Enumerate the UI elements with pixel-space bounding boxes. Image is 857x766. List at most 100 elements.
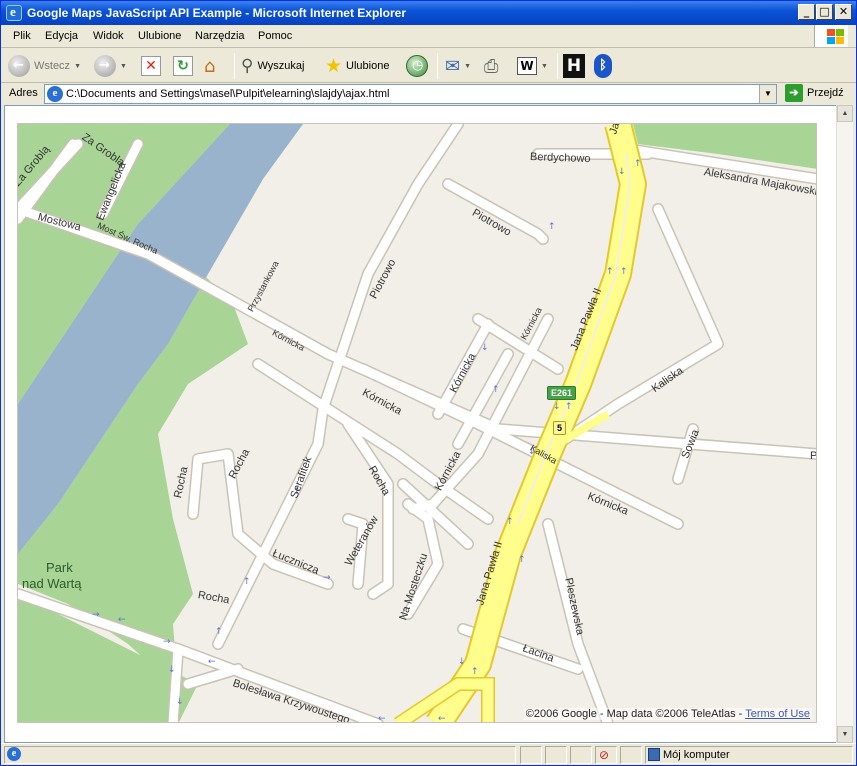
privacy-icon: ⊘ — [599, 748, 610, 762]
route-shield-e261: E261 — [547, 386, 577, 400]
mail-dropdown-icon[interactable]: ▼ — [464, 63, 471, 70]
svg-text:←: ← — [438, 714, 446, 723]
refresh-icon: ↻ — [173, 56, 193, 76]
close-button[interactable]: ✕ — [835, 4, 852, 20]
favorites-icon: ★ — [325, 55, 343, 77]
back-dropdown-icon[interactable]: ▼ — [74, 63, 81, 70]
status-cell — [570, 746, 592, 764]
status-cell — [545, 746, 567, 764]
print-icon: ⎙ — [484, 55, 499, 77]
go-button[interactable]: ➔ Przejdź — [785, 84, 844, 102]
print-button[interactable]: ⎙ — [484, 52, 498, 80]
menu-edit[interactable]: Edycja — [45, 30, 78, 42]
menu-help[interactable]: Pomoc — [258, 30, 292, 42]
park-label: Park — [46, 560, 73, 575]
svg-text:↑: ↑ — [565, 402, 573, 412]
back-label: Wstecz — [34, 60, 71, 72]
browser-window: Google Maps JavaScript API Example - Mic… — [0, 0, 857, 766]
forward-dropdown-icon[interactable]: ▼ — [120, 63, 127, 70]
menu-tools[interactable]: Narzędzia — [195, 30, 245, 42]
address-url[interactable]: C:\Documents and Settings\masel\Pulpit\e… — [66, 88, 389, 100]
window-title: Google Maps JavaScript API Example - Mic… — [27, 6, 406, 20]
maximize-button[interactable]: □ — [816, 4, 833, 20]
menu-bar: Plik Edycja Widok Ulubione Narzędzia Pom… — [1, 25, 856, 48]
stop-icon: ✕ — [141, 56, 161, 76]
refresh-button[interactable]: ↻ — [173, 52, 193, 80]
park-label: nad Wartą — [22, 576, 82, 591]
status-cell — [620, 746, 642, 764]
svg-text:↓: ↓ — [176, 697, 184, 707]
back-icon: ← — [8, 55, 30, 77]
computer-icon — [648, 748, 660, 761]
svg-text:↑: ↑ — [492, 385, 500, 395]
home-button[interactable]: ⌂ — [204, 52, 215, 80]
street-label: P — [810, 450, 817, 462]
address-input[interactable]: e C:\Documents and Settings\masel\Pulpit… — [44, 84, 777, 104]
bluetooth-icon: ᛒ — [594, 54, 612, 78]
vertical-scrollbar[interactable]: ▲ ▼ — [836, 105, 853, 743]
edit-icon: W — [517, 57, 537, 75]
bluetooth-button[interactable]: ᛒ — [594, 52, 612, 80]
h-toolbar-button[interactable]: H — [563, 52, 585, 80]
street-label: Berdychowo — [529, 151, 591, 166]
minimize-button[interactable]: _ — [798, 4, 815, 20]
svg-text:↑: ↑ — [471, 667, 479, 677]
forward-button[interactable]: → ▼ — [94, 52, 127, 80]
menu-favorites[interactable]: Ulubione — [138, 30, 181, 42]
map-tiles: ↓↑ ↑↑ ↑↓ ↑↓ ↑↓ ↑↑ ↓↑ ↑↑ ↑→ → ← →← ← ← ↓↓ — [18, 124, 816, 723]
search-label: Wyszukaj — [257, 60, 305, 72]
svg-text:←: ← — [118, 615, 126, 625]
svg-text:↑: ↑ — [518, 555, 526, 565]
standard-toolbar: ← Wstecz ▼ → ▼ ✕ ↻ ⌂ ⚲ Wyszukaj ★ Ulubio… — [1, 49, 856, 83]
address-bar: Adres e C:\Documents and Settings\masel\… — [1, 83, 856, 105]
mail-icon: ✉ — [445, 55, 461, 77]
back-button[interactable]: ← Wstecz ▼ — [8, 52, 81, 80]
toolbar-separator — [557, 53, 558, 79]
favorites-label: Ulubione — [346, 60, 390, 72]
history-icon: ◷ — [406, 55, 428, 77]
svg-text:↑: ↑ — [243, 577, 251, 587]
mail-button[interactable]: ✉ ▼ — [445, 52, 471, 80]
windows-logo-icon — [814, 25, 848, 47]
zone-label: Mój komputer — [663, 749, 730, 761]
svg-text:↓: ↓ — [553, 402, 561, 412]
svg-text:←: ← — [378, 714, 386, 723]
status-cell — [520, 746, 542, 764]
forward-icon: → — [94, 55, 116, 77]
svg-text:↓: ↓ — [458, 657, 466, 667]
menu-file[interactable]: Plik — [13, 30, 31, 42]
svg-text:↑: ↑ — [215, 627, 223, 637]
search-button[interactable]: ⚲ Wyszukaj — [241, 52, 304, 80]
scroll-up-icon[interactable]: ▲ — [837, 105, 853, 122]
route-shield-5: 5 — [553, 421, 567, 435]
favorites-button[interactable]: ★ Ulubione — [325, 52, 389, 80]
map-copyright: ©2006 Google - Map data ©2006 TeleAtlas … — [523, 708, 812, 720]
svg-text:↑: ↑ — [506, 517, 514, 527]
scroll-down-icon[interactable]: ▼ — [837, 726, 853, 743]
menu-view[interactable]: Widok — [93, 30, 124, 42]
svg-text:→: → — [323, 573, 331, 583]
edit-button[interactable]: W ▼ — [517, 52, 548, 80]
privacy-status-cell[interactable]: ⊘ — [595, 746, 617, 764]
toolbar-separator — [234, 53, 235, 79]
svg-text:→: → — [163, 637, 171, 647]
history-button[interactable]: ◷ — [406, 52, 428, 80]
h-icon: H — [563, 54, 585, 78]
svg-text:↑: ↑ — [634, 159, 642, 169]
home-icon: ⌂ — [204, 55, 216, 77]
stop-button[interactable]: ✕ — [141, 52, 161, 80]
address-dropdown-icon[interactable]: ▼ — [759, 85, 776, 103]
page-icon: e — [47, 86, 63, 102]
status-bar: e ⊘ Mój komputer — [1, 743, 856, 765]
svg-text:↑: ↑ — [620, 267, 628, 277]
terms-of-use-link[interactable]: Terms of Use — [745, 708, 810, 720]
title-bar[interactable]: Google Maps JavaScript API Example - Mic… — [1, 1, 856, 25]
status-text-cell — [4, 746, 516, 764]
go-label: Przejdź — [807, 87, 844, 99]
address-label: Adres — [9, 87, 38, 99]
ie-app-icon[interactable] — [6, 4, 22, 21]
edit-dropdown-icon[interactable]: ▼ — [541, 63, 548, 70]
svg-text:↓: ↓ — [481, 343, 489, 353]
copyright-text: ©2006 Google - Map data ©2006 TeleAtlas … — [525, 708, 746, 720]
google-map[interactable]: ↓ ↑ ↑ ↑ ↑ ↓ ↑ ↓ ↑ ↓ ↑ ↑ ↓ ↑ ↑ ↑ ↑ → → ← → ← ← ← ↓ ↓ Z… — [17, 123, 817, 723]
